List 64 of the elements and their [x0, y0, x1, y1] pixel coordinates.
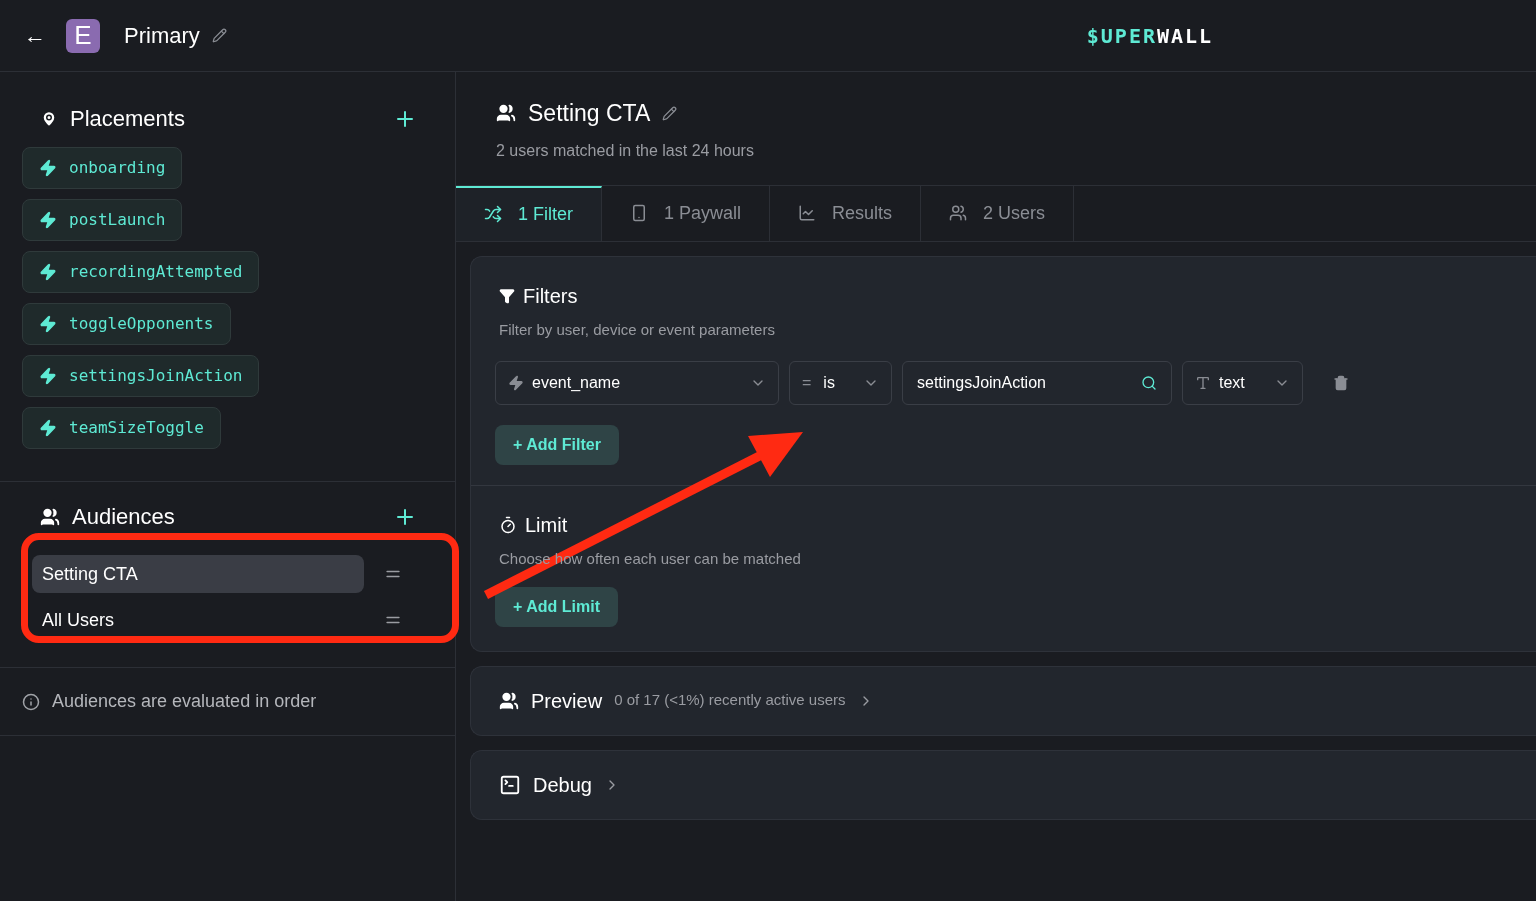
users-icon [949, 204, 968, 222]
card-title: Preview [531, 688, 603, 714]
property-value: event_name [532, 373, 621, 393]
location-pin-icon [40, 109, 58, 128]
text-type-icon [1195, 375, 1211, 391]
placement-chip[interactable]: onboarding [22, 147, 183, 189]
back-button[interactable]: ← [24, 24, 46, 47]
tab[interactable]: 1 Filter [456, 185, 602, 241]
type-value: text [1219, 373, 1245, 393]
info-icon [22, 692, 40, 711]
lightning-icon [39, 211, 57, 229]
users-icon [499, 690, 519, 711]
timer-icon [499, 516, 517, 534]
search-icon [1141, 375, 1157, 391]
lightning-icon [39, 419, 57, 437]
card-title: Debug [533, 772, 592, 798]
edit-icon[interactable] [211, 28, 227, 43]
add-filter-button[interactable]: + Add Filter [495, 425, 619, 465]
tab[interactable]: 2 Users [921, 185, 1075, 241]
tab[interactable]: Results [770, 185, 922, 241]
placement-chip[interactable]: postLaunch [22, 199, 183, 241]
info-note: Audiences are evaluated in order [52, 690, 317, 713]
lightning-icon [39, 315, 57, 333]
card-subtitle: Filter by user, device or event parameters [498, 319, 776, 340]
audience-item[interactable]: All Users [32, 601, 364, 631]
tab[interactable]: 1 Paywall [602, 185, 771, 241]
project-title: Primary [124, 22, 200, 50]
line-chart-icon [798, 204, 817, 222]
placement-chip[interactable]: teamSizeToggle [22, 407, 221, 449]
equals-symbol: = [802, 373, 812, 393]
field-value: settingsJoinAction [917, 373, 1046, 393]
logo: $UPERWALL [1086, 22, 1214, 50]
audience-title: Setting CTA [528, 99, 651, 128]
preview-summary: 0 of 17 (<1%) recently active users [614, 690, 846, 711]
placement-chip[interactable]: settingsJoinAction [22, 355, 260, 397]
card-title: Limit [525, 513, 568, 538]
debug-card[interactable]: Debug [470, 749, 1536, 820]
split-arrow-icon [484, 205, 502, 223]
phone-icon [630, 204, 648, 222]
lightning-icon [39, 159, 57, 177]
property-dropdown[interactable]: event_name [495, 361, 779, 405]
users-icon [496, 103, 516, 124]
lightning-icon [39, 263, 57, 281]
type-dropdown[interactable]: text [1182, 361, 1303, 405]
add-limit-button[interactable]: + Add Limit [495, 586, 618, 627]
placement-chip[interactable]: recordingAttempted [22, 251, 260, 293]
preview-card[interactable]: Preview 0 of 17 (<1%) recently active users [470, 665, 1536, 736]
delete-icon[interactable] [1333, 375, 1349, 391]
placement-chip[interactable]: toggleOpponents [22, 303, 231, 345]
terminal-icon [499, 773, 521, 796]
operator-dropdown[interactable]: = is [789, 361, 892, 405]
lightning-icon [508, 375, 524, 391]
audience-subtitle: 2 users matched in the last 24 hours [496, 140, 755, 161]
users-icon [40, 506, 60, 527]
section-title: Audiences [72, 503, 175, 531]
section-title: Placements [70, 105, 185, 133]
operator-value: is [823, 373, 835, 393]
value-field[interactable]: settingsJoinAction [902, 361, 1172, 405]
filter-icon [499, 287, 515, 304]
audience-item[interactable]: Setting CTA [32, 555, 364, 593]
edit-icon[interactable] [662, 105, 678, 121]
lightning-icon [39, 367, 57, 385]
card-title: Filters [523, 283, 578, 309]
app-avatar: E [66, 18, 100, 53]
